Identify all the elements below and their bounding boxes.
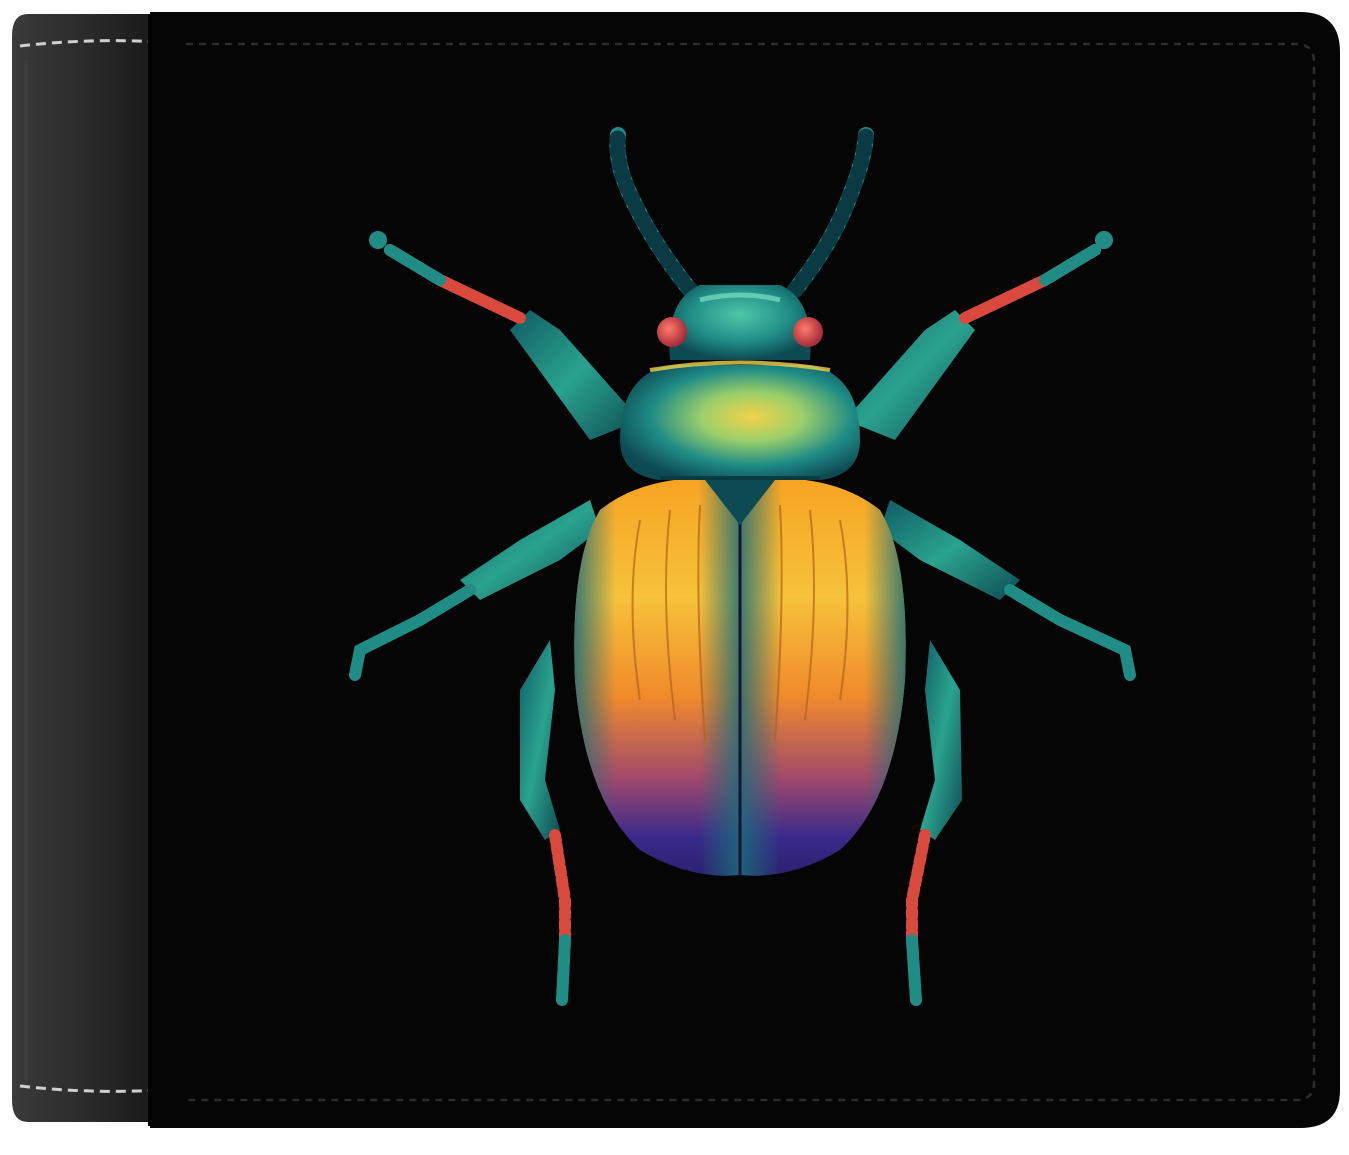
elytra: [574, 478, 906, 876]
thorax: [620, 360, 860, 480]
right-eye: [793, 317, 823, 347]
left-eye: [657, 317, 687, 347]
wallet-spine: [12, 14, 170, 1122]
product-photo: [0, 0, 1349, 1155]
